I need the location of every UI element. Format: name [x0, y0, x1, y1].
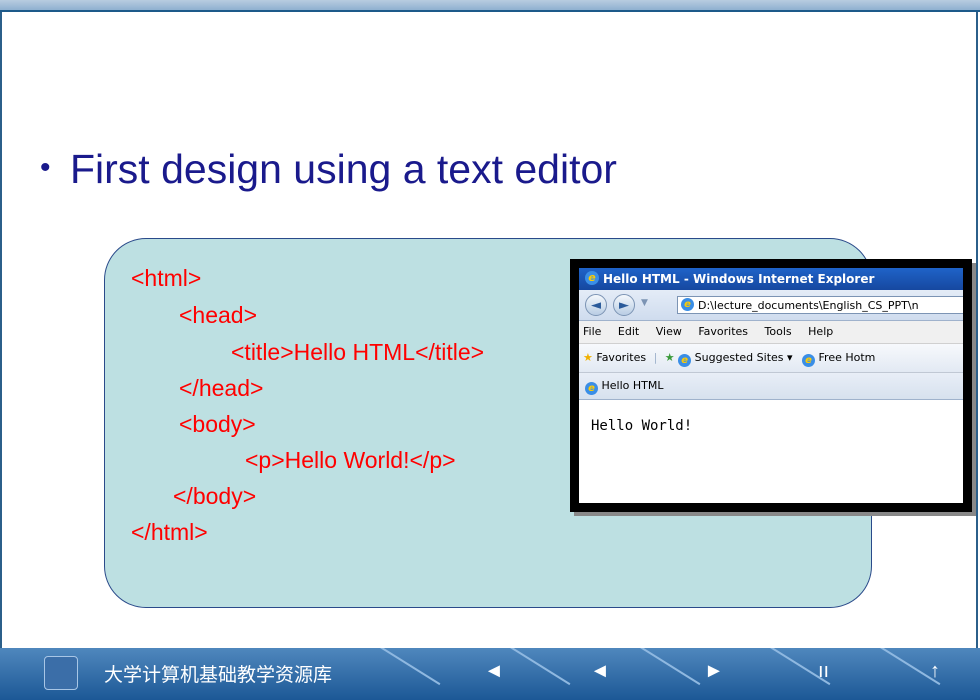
code-line: <p>Hello World!</p>	[245, 447, 456, 473]
divider	[510, 648, 571, 686]
page-content: Hello World!	[579, 400, 963, 434]
code-line: <head>	[179, 302, 258, 328]
return-button[interactable]: ↑	[930, 660, 940, 683]
menu-bar: File Edit View Favorites Tools Help	[579, 321, 963, 344]
forward-icon[interactable]: ►	[613, 294, 635, 316]
separator: |	[653, 351, 658, 364]
first-slide-button[interactable]: ◄	[484, 660, 504, 683]
history-dropdown-icon[interactable]: ▼	[641, 298, 648, 308]
pause-button[interactable]: ıı	[818, 660, 829, 683]
code-line: <title>Hello HTML</title>	[231, 339, 485, 365]
menu-item-tools[interactable]: Tools	[765, 325, 792, 338]
suggested-sites-icon: e	[678, 354, 692, 367]
menu-item-view[interactable]: View	[656, 325, 682, 338]
ie-logo-icon: e	[585, 271, 599, 285]
library-building-icon	[44, 656, 78, 690]
favorites-button[interactable]: Favorites	[596, 351, 646, 364]
address-text: D:\lecture_documents\English_CS_PPT\n	[698, 299, 919, 312]
divider	[380, 648, 441, 686]
browser-title-bar: e Hello HTML - Windows Internet Explorer	[579, 268, 963, 290]
code-line: <html>	[131, 265, 202, 291]
next-slide-button[interactable]: ►	[704, 660, 724, 683]
browser-title: Hello HTML - Windows Internet Explorer	[603, 272, 875, 286]
tab-page-icon: e	[585, 382, 598, 395]
menu-item-edit[interactable]: Edit	[618, 325, 639, 338]
bullet-dot-icon: •	[40, 151, 51, 184]
divider	[640, 648, 701, 686]
tab-label: Hello HTML	[601, 379, 664, 392]
menu-item-favorites[interactable]: Favorites	[698, 325, 748, 338]
code-line: </head>	[179, 375, 264, 401]
library-label: 大学计算机基础教学资源库	[104, 665, 333, 686]
favorites-star-icon: ★	[583, 351, 593, 364]
page-text: Hello World!	[591, 418, 693, 434]
code-line: <body>	[179, 411, 256, 437]
page-icon: e	[681, 298, 694, 311]
bullet-text: First design using a text editor	[70, 146, 617, 192]
bullet-point: • First design using a text editor	[40, 146, 617, 193]
tab-hello-html[interactable]: e Hello HTML	[579, 373, 963, 400]
back-icon[interactable]: ◄	[585, 294, 607, 316]
add-favorite-icon[interactable]: ★	[665, 351, 675, 364]
code-line: </html>	[131, 519, 208, 545]
top-strip	[0, 0, 980, 12]
free-hotmail-link[interactable]: Free Hotm	[819, 351, 876, 364]
previous-slide-button[interactable]: ◄	[590, 660, 610, 683]
bottom-navigation-bar: 大学计算机基础教学资源库 ◄ ◄ ► ıı ↑	[0, 648, 980, 700]
address-input[interactable]: e D:\lecture_documents\English_CS_PPT\n	[677, 296, 963, 314]
code-line: </body>	[173, 483, 257, 509]
browser-window: e Hello HTML - Windows Internet Explorer…	[570, 259, 972, 512]
menu-item-help[interactable]: Help	[808, 325, 833, 338]
hotmail-icon: e	[802, 354, 816, 367]
suggested-sites-link[interactable]: Suggested Sites ▾	[695, 351, 793, 364]
browser-inner: e Hello HTML - Windows Internet Explorer…	[579, 268, 963, 503]
menu-item-file[interactable]: File	[583, 325, 601, 338]
favorites-bar: ★ Favorites | ★ e Suggested Sites ▾ e Fr…	[579, 344, 963, 373]
address-bar-row: ◄ ► ▼ e D:\lecture_documents\English_CS_…	[579, 290, 963, 321]
